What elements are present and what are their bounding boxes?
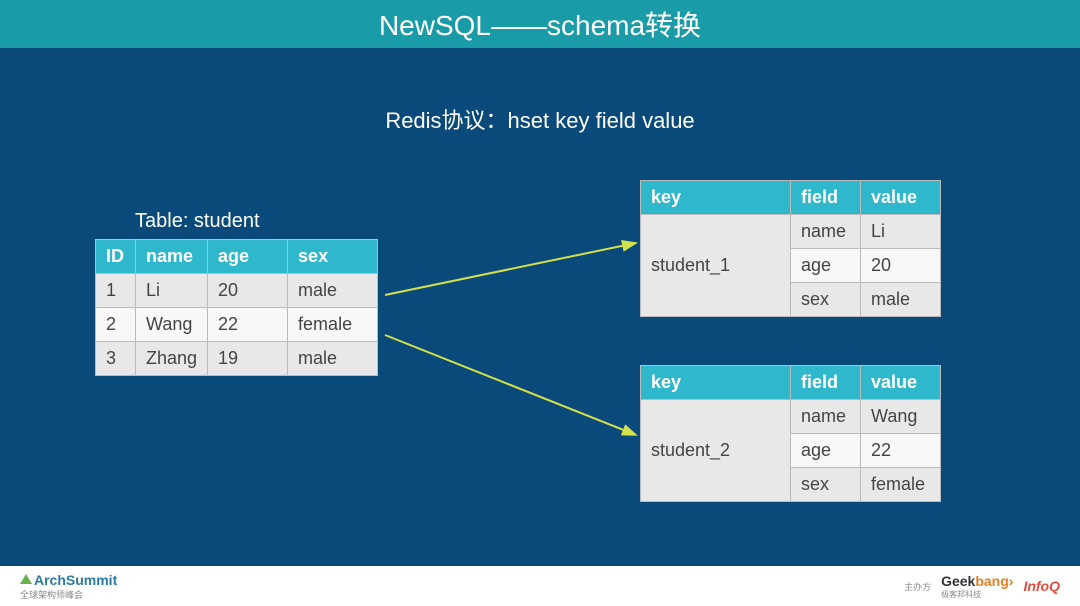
table-header-row: key field value xyxy=(641,366,941,400)
col-sex: sex xyxy=(288,240,378,274)
table-row: 2 Wang 22 female xyxy=(96,308,378,342)
slide-subtitle: Redis协议：hset key field value xyxy=(0,103,1080,135)
student-table-block: Table: student ID name age sex 1 Li 20 m… xyxy=(95,210,378,376)
table-row: student_2 name Wang xyxy=(641,400,941,434)
table-row: 3 Zhang 19 male xyxy=(96,342,378,376)
table-row: student_1 name Li xyxy=(641,215,941,249)
footer: ArchSummit 全球架构师峰会 主办方 Geekbang› 极客邦科技 I… xyxy=(0,566,1080,606)
mountain-icon xyxy=(20,574,32,584)
arrow-line xyxy=(385,243,636,295)
arrow-line xyxy=(385,335,636,435)
table-caption: Table: student xyxy=(95,210,378,233)
redis-table-1: key field value student_1 name Li age 20… xyxy=(640,180,941,317)
kv-table: key field value student_2 name Wang age … xyxy=(640,365,941,502)
footer-left-logo: ArchSummit 全球架构师峰会 xyxy=(20,572,117,601)
col-id: ID xyxy=(96,240,136,274)
geekbang-logo: Geekbang› 极客邦科技 xyxy=(941,573,1013,600)
col-age: age xyxy=(208,240,288,274)
slide-content: Table: student ID name age sex 1 Li 20 m… xyxy=(0,135,1080,555)
table-header-row: key field value xyxy=(641,181,941,215)
infoq-logo: InfoQ xyxy=(1023,578,1060,594)
slide-title: NewSQL——schema转换 xyxy=(0,0,1080,48)
kv-table: key field value student_1 name Li age 20… xyxy=(640,180,941,317)
col-name: name xyxy=(136,240,208,274)
table-header-row: ID name age sex xyxy=(96,240,378,274)
redis-table-2: key field value student_2 name Wang age … xyxy=(640,365,941,502)
table-row: 1 Li 20 male xyxy=(96,274,378,308)
footer-right-logos: 主办方 Geekbang› 极客邦科技 InfoQ xyxy=(904,573,1060,600)
student-table: ID name age sex 1 Li 20 male 2 Wang 22 f… xyxy=(95,239,378,376)
